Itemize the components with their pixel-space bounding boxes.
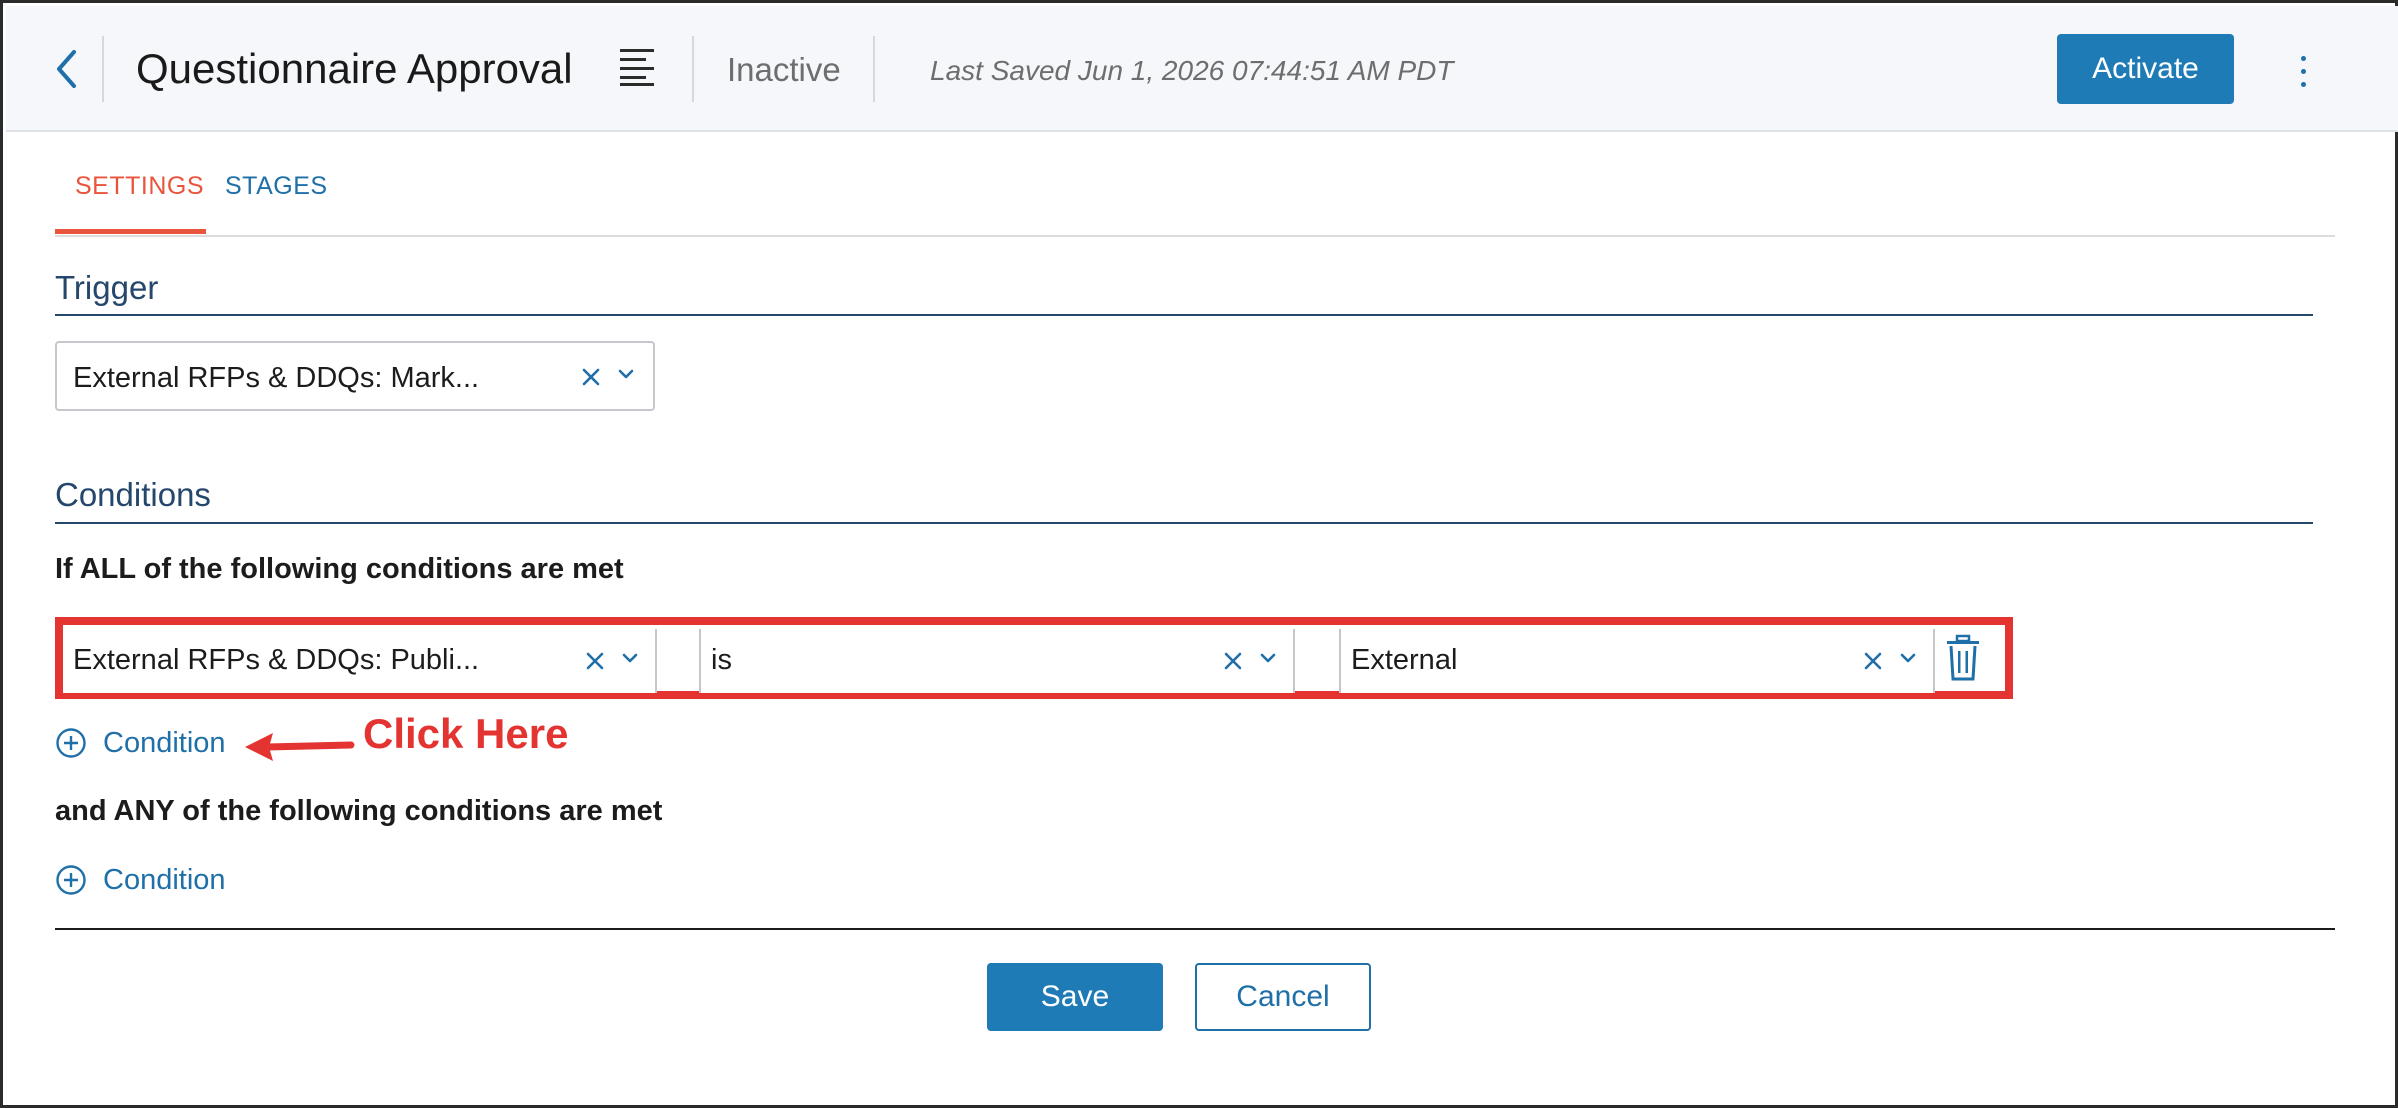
vertical-ellipsis-icon	[2300, 55, 2306, 61]
clear-icon[interactable]	[583, 649, 607, 673]
add-any-condition-button[interactable]: Condition	[55, 860, 226, 900]
align-left-icon	[620, 49, 654, 86]
section-divider	[55, 522, 2313, 524]
condition-operator-select[interactable]: is	[701, 629, 1295, 693]
page-title: Questionnaire Approval	[136, 45, 573, 92]
any-conditions-label: and ANY of the following conditions are …	[55, 795, 663, 827]
back-button[interactable]	[46, 44, 86, 94]
active-tab-indicator	[55, 229, 206, 234]
clear-icon[interactable]	[1861, 649, 1885, 673]
last-saved-text: Last Saved Jun 1, 2026 07:44:51 AM PDT	[930, 55, 1454, 86]
annotation-arrow-icon	[245, 733, 355, 761]
activate-button[interactable]: Activate	[2057, 34, 2234, 104]
trash-icon[interactable]	[1943, 633, 1983, 683]
more-options-button[interactable]	[2283, 46, 2323, 96]
add-condition-label: Condition	[103, 864, 226, 896]
all-conditions-label: If ALL of the following conditions are m…	[55, 553, 624, 585]
vertical-ellipsis-icon	[2300, 68, 2306, 74]
clear-icon[interactable]	[579, 365, 603, 389]
chevron-down-icon[interactable]	[1257, 647, 1279, 669]
tab-settings[interactable]: SETTINGS	[75, 169, 204, 203]
condition-value-select[interactable]: External	[1341, 629, 1935, 693]
condition-field-select[interactable]: External RFPs & DDQs: Publi...	[63, 629, 657, 693]
condition-field-value: External RFPs & DDQs: Publi...	[73, 644, 480, 676]
chevron-left-icon	[57, 50, 76, 88]
cancel-button[interactable]: Cancel	[1195, 963, 1371, 1031]
chevron-down-icon[interactable]	[619, 647, 641, 669]
condition-value-value: External	[1351, 644, 1458, 676]
plus-circle-icon	[56, 865, 86, 895]
page-header: Questionnaire Approval Inactive Last Sav…	[6, 6, 2398, 132]
section-divider	[55, 314, 2313, 316]
chevron-down-icon[interactable]	[1897, 647, 1919, 669]
chevron-down-icon[interactable]	[615, 363, 637, 385]
tab-bar: SETTINGS STAGES	[55, 153, 2335, 237]
annotation-text: Click Here	[363, 710, 569, 757]
vertical-ellipsis-icon	[2300, 81, 2306, 87]
header-divider	[873, 36, 875, 102]
trigger-heading: Trigger	[55, 269, 159, 306]
trigger-select-value: External RFPs & DDQs: Mark...	[73, 362, 480, 394]
clear-icon[interactable]	[1221, 649, 1245, 673]
add-condition-label: Condition	[103, 727, 226, 759]
header-divider	[102, 36, 104, 102]
trigger-select[interactable]: External RFPs & DDQs: Mark...	[55, 341, 655, 411]
save-button[interactable]: Save	[987, 963, 1163, 1031]
tab-stages[interactable]: STAGES	[225, 169, 328, 203]
condition-row: External RFPs & DDQs: Publi... is Extern…	[55, 617, 2013, 699]
plus-circle-icon	[56, 728, 86, 758]
conditions-heading: Conditions	[55, 476, 211, 513]
footer-divider	[55, 928, 2335, 930]
app-frame: Questionnaire Approval Inactive Last Sav…	[0, 0, 2398, 1108]
header-divider	[692, 36, 694, 102]
add-all-condition-button[interactable]: Condition	[55, 723, 226, 763]
condition-operator-value: is	[711, 644, 732, 676]
status-label: Inactive	[727, 51, 841, 88]
